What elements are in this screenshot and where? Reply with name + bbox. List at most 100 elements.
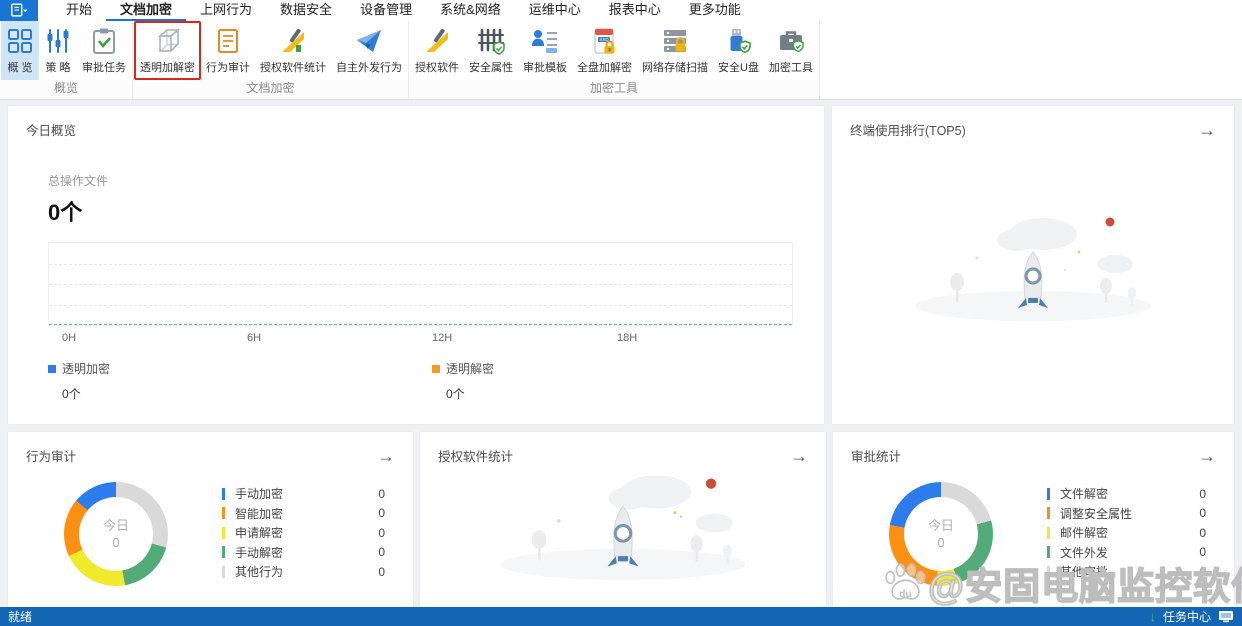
ribbon-item-secure-usb[interactable]: 安全U盘 bbox=[713, 21, 764, 80]
legend-value: 0个 bbox=[446, 387, 465, 401]
tab-more-features[interactable]: 更多功能 bbox=[675, 0, 755, 21]
arrow-right-icon[interactable]: → bbox=[790, 447, 808, 465]
template-person-icon bbox=[531, 26, 559, 56]
approval-legend: 文件解密 0 调整安全属性 0 邮件解密 0 文件外发 0 其他审批 0 bbox=[1047, 484, 1206, 582]
monitor-icon[interactable] bbox=[1218, 610, 1234, 623]
ribbon-item-authorized-software-stats[interactable]: 授权软件统计 bbox=[255, 21, 331, 80]
x-tick: 6H bbox=[247, 332, 262, 344]
panel-title: 审批统计 bbox=[851, 450, 902, 464]
ribbon-item-security-attributes[interactable]: 安全属性 bbox=[464, 21, 518, 80]
ribbon-group-label: 概览 bbox=[0, 80, 132, 99]
panel-approval-stats: 审批统计 → 今日 0 文件解密 0 调整安全属性 0 邮件解密 0 文件外发 0 其他审… bbox=[833, 432, 1234, 607]
ssd-lock-icon: SSD bbox=[591, 26, 619, 56]
ribbon-item-label: 网络存储扫描 bbox=[642, 62, 708, 74]
app-logo-icon bbox=[11, 3, 28, 17]
donut-center-title: 今日 bbox=[102, 518, 129, 533]
clipboard-check-icon bbox=[90, 26, 118, 56]
arrow-right-icon[interactable]: → bbox=[1198, 447, 1216, 465]
legend-row: 文件解密 0 bbox=[1047, 484, 1206, 504]
panel-authorized-software-stats: 授权软件统计 → bbox=[420, 432, 826, 607]
ribbon-item-label: 安全属性 bbox=[469, 62, 513, 74]
empty-state-rocket-illustration bbox=[500, 475, 746, 580]
task-center-button[interactable]: 任务中心 bbox=[1163, 608, 1211, 625]
ribbon-item-label: 审批任务 bbox=[82, 62, 126, 74]
ribbon-item-network-storage-scan[interactable]: 网络存储扫描 bbox=[637, 21, 713, 80]
panel-terminal-rank: 终端使用排行(TOP5) → bbox=[832, 106, 1234, 424]
ribbon-item-behavior-audit[interactable]: 行为审计 bbox=[201, 21, 255, 80]
panel-today-overview: 今日概览 总操作文件 0个 0H 6H 12H 18H 透明加密 0个 透明解密… bbox=[8, 106, 824, 424]
hourly-line-chart bbox=[48, 242, 793, 326]
legend-row: 其他审批 0 bbox=[1047, 562, 1206, 582]
panel-title: 今日概览 bbox=[26, 124, 77, 138]
ribbon-item-overview[interactable]: 概 览 bbox=[1, 21, 39, 80]
download-arrow-icon: ↓ bbox=[1149, 609, 1156, 624]
ribbon-item-label: 安全U盘 bbox=[718, 62, 759, 74]
ribbon-item-label: 全盘加解密 bbox=[577, 62, 632, 74]
tab-data-security[interactable]: 数据安全 bbox=[266, 0, 346, 21]
ribbon-toolbar: 概 览 策 略 审批任务 概览 透明加解密 行为审计 授权软件统计 自主外发行为… bbox=[0, 21, 1242, 100]
ribbon-item-label: 加密工具 bbox=[768, 62, 813, 74]
arrow-right-icon[interactable]: → bbox=[1198, 121, 1216, 139]
tab-ops-center[interactable]: 运维中心 bbox=[515, 0, 595, 21]
status-bar: 就绪 ↓ 任务中心 bbox=[0, 607, 1242, 626]
fence-shield-icon bbox=[477, 26, 505, 56]
ribbon-item-transparent-encrypt-decrypt[interactable]: 透明加解密 bbox=[134, 21, 201, 80]
ribbon-item-self-outgoing-behavior[interactable]: 自主外发行为 bbox=[331, 21, 407, 80]
tab-device-management[interactable]: 设备管理 bbox=[346, 0, 426, 21]
ribbon-item-label: 概 览 bbox=[7, 62, 33, 74]
stat-label: 总操作文件 bbox=[48, 174, 109, 188]
tab-internet-behavior[interactable]: 上网行为 bbox=[186, 0, 266, 21]
ribbon-group-document-encryption: 透明加解密 行为审计 授权软件统计 自主外发行为 文档加密 bbox=[133, 21, 409, 99]
legend-row: 调整安全属性 0 bbox=[1047, 504, 1206, 524]
cube-icon bbox=[154, 26, 182, 56]
ribbon-group-label: 文档加密 bbox=[133, 80, 408, 99]
x-tick: 0H bbox=[62, 332, 77, 344]
ruler-pencil-chart-icon bbox=[279, 26, 307, 56]
arrow-right-icon[interactable]: → bbox=[377, 447, 395, 465]
legend-row: 申请解密 0 bbox=[222, 523, 385, 543]
legend-row: 邮件解密 0 bbox=[1047, 523, 1206, 543]
app-menu-button[interactable] bbox=[0, 0, 38, 21]
chart-x-axis: 0H 6H 12H 18H bbox=[48, 332, 793, 346]
ribbon-item-label: 行为审计 bbox=[206, 62, 250, 74]
tab-system-network[interactable]: 系统&网络 bbox=[426, 0, 515, 21]
legend-marker bbox=[48, 364, 56, 373]
ribbon-item-full-disk-encrypt-decrypt[interactable]: SSD 全盘加解密 bbox=[572, 21, 637, 80]
ribbon-item-encryption-tools[interactable]: 加密工具 bbox=[764, 21, 818, 80]
legend-transparent-encrypt: 透明加密 0个 bbox=[48, 360, 110, 402]
menu-bar: 开始 文档加密 上网行为 数据安全 设备管理 系统&网络 运维中心 报表中心 更… bbox=[0, 0, 1242, 21]
status-ready-text: 就绪 bbox=[8, 610, 33, 624]
sliders-icon bbox=[44, 26, 72, 56]
legend-marker bbox=[432, 364, 440, 373]
legend-row: 其他行为 0 bbox=[222, 562, 385, 582]
legend-label: 透明解密 bbox=[446, 362, 495, 376]
ribbon-group-encryption-tools: 授权软件 安全属性 审批模板 SSD 全盘加解密 网络存储扫描 安全U盘 加密工… bbox=[409, 21, 820, 99]
ribbon-item-approval-tasks[interactable]: 审批任务 bbox=[77, 21, 131, 80]
chart-baseline bbox=[49, 324, 792, 325]
legend-row: 文件外发 0 bbox=[1047, 543, 1206, 563]
legend-value: 0个 bbox=[62, 387, 81, 401]
ribbon-item-approval-template[interactable]: 审批模板 bbox=[518, 21, 572, 80]
ribbon-item-label: 授权软件 bbox=[415, 62, 459, 74]
ruler-pencil-icon bbox=[423, 26, 451, 56]
legend-label: 透明加密 bbox=[62, 362, 111, 376]
ribbon-item-authorized-software[interactable]: 授权软件 bbox=[410, 21, 464, 80]
ribbon-item-label: 透明加解密 bbox=[140, 62, 195, 74]
ribbon-item-label: 策 略 bbox=[45, 62, 71, 74]
behavior-donut-chart: 今日 0 bbox=[64, 482, 168, 586]
x-tick: 12H bbox=[432, 332, 453, 344]
ribbon-item-label: 审批模板 bbox=[523, 62, 567, 74]
tab-document-encryption[interactable]: 文档加密 bbox=[106, 0, 187, 21]
tab-start[interactable]: 开始 bbox=[52, 0, 106, 21]
stat-value: 0个 bbox=[48, 200, 83, 225]
donut-center-title: 今日 bbox=[927, 518, 954, 533]
ribbon-item-label: 自主外发行为 bbox=[336, 62, 402, 74]
tab-report-center[interactable]: 报表中心 bbox=[595, 0, 675, 21]
legend-row: 手动解密 0 bbox=[222, 543, 385, 563]
server-lock-icon bbox=[661, 26, 689, 56]
panel-behavior-audit: 行为审计 → 今日 0 手动加密 0 智能加密 0 申请解密 0 手动解密 0 其他行为 0 bbox=[8, 432, 413, 607]
ribbon-group-overview: 概 览 策 略 审批任务 概览 bbox=[0, 21, 133, 99]
usb-shield-icon bbox=[724, 26, 752, 56]
panel-title: 行为审计 bbox=[26, 450, 77, 464]
ribbon-item-policy[interactable]: 策 略 bbox=[39, 21, 77, 80]
